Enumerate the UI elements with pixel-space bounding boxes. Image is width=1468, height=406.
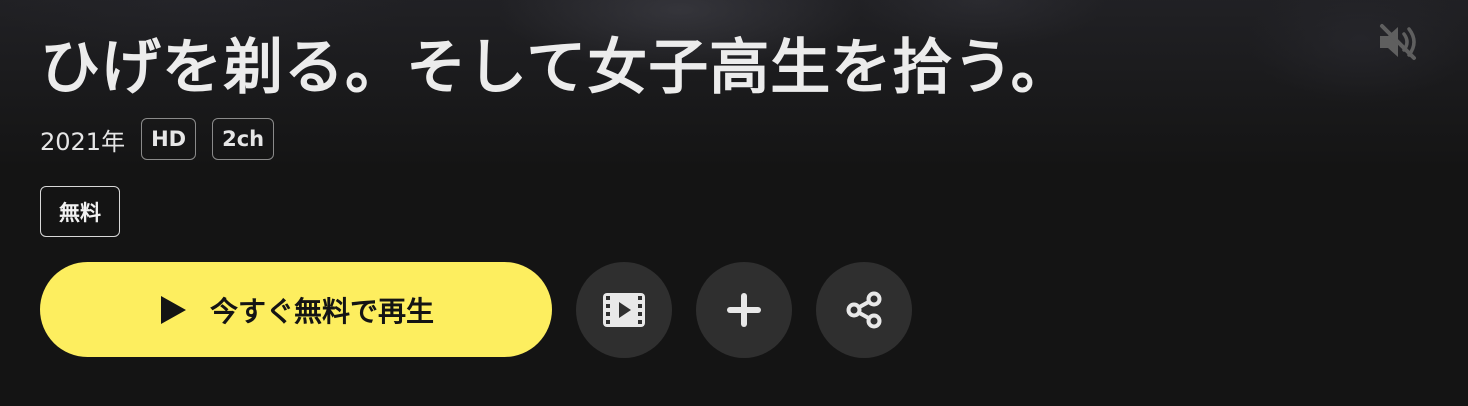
share-icon xyxy=(844,290,884,330)
film-icon xyxy=(602,292,646,328)
free-badge: 無料 xyxy=(40,186,120,237)
meta-row: 2021年 HD 2ch xyxy=(40,118,290,160)
title-detail-hero: ひげを剃る。そして女子高生を拾う。 2021年 HD 2ch 無料 今すぐ無料で… xyxy=(0,0,1468,406)
play-button-label: 今すぐ無料で再生 xyxy=(209,294,434,328)
mute-toggle-button[interactable] xyxy=(1374,22,1422,66)
play-now-button[interactable]: 今すぐ無料で再生 xyxy=(40,262,552,357)
share-button[interactable] xyxy=(816,262,912,358)
play-icon xyxy=(158,294,188,326)
plus-icon xyxy=(725,291,763,329)
page-title: ひげを剃る。そして女子高生を拾う。 xyxy=(40,33,1072,103)
audio-channel-badge: 2ch xyxy=(212,118,275,160)
quality-badge: HD xyxy=(141,118,197,160)
add-to-list-button[interactable] xyxy=(696,262,792,358)
release-year: 2021年 xyxy=(40,127,126,156)
speaker-muted-icon xyxy=(1376,22,1420,66)
trailer-button[interactable] xyxy=(576,262,672,358)
